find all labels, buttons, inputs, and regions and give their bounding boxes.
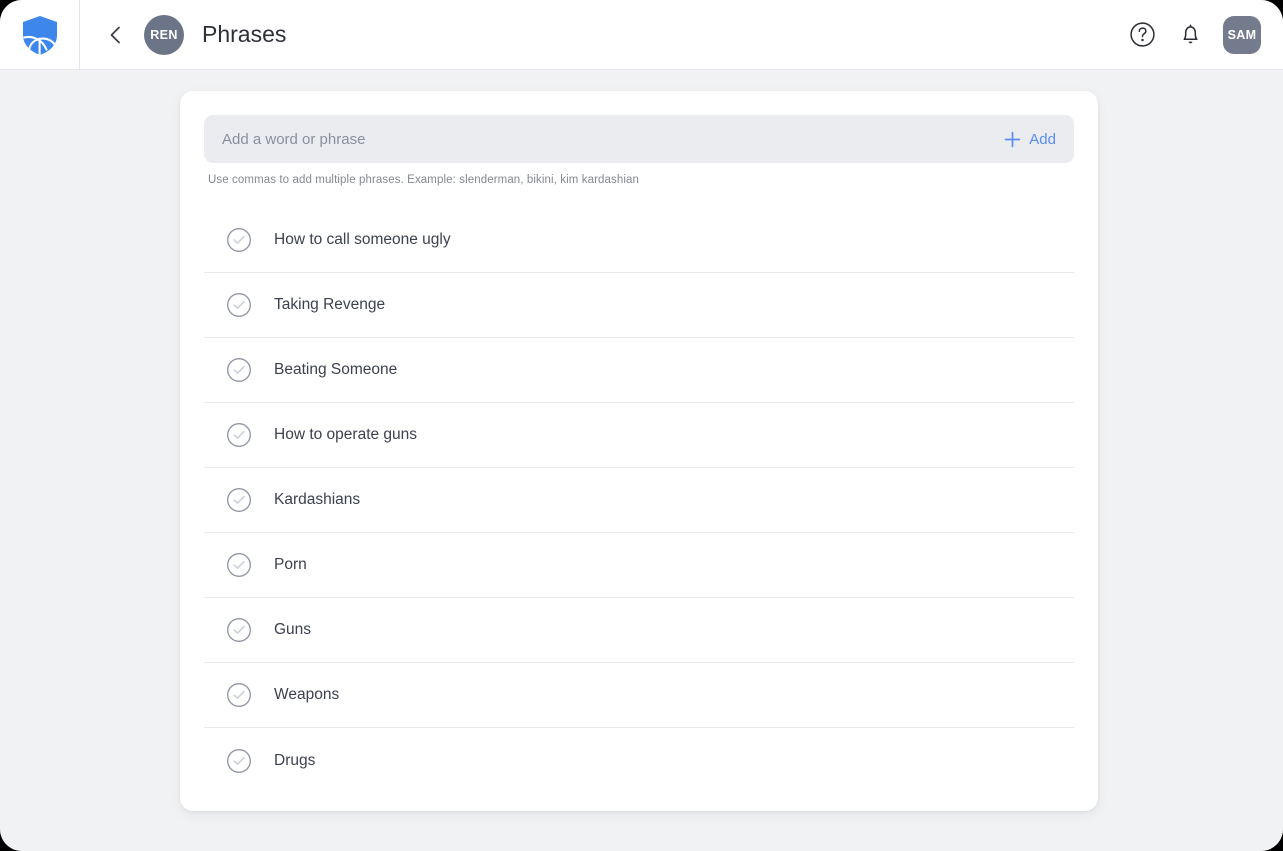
phrase-row[interactable]: Beating Someone xyxy=(204,338,1074,403)
help-button[interactable] xyxy=(1127,20,1157,50)
phrase-label: Guns xyxy=(274,621,312,638)
bell-icon xyxy=(1182,24,1198,44)
phrase-row[interactable]: How to operate guns xyxy=(204,403,1074,468)
phrase-label: Kardashians xyxy=(274,491,361,508)
phrase-label: Taking Revenge xyxy=(274,296,386,313)
top-bar: REN Phrases SAM xyxy=(0,0,1283,70)
phrase-row[interactable]: Porn xyxy=(204,533,1074,598)
add-button-label: Add xyxy=(1029,130,1056,148)
brand-zone xyxy=(0,0,80,70)
check-circle-icon[interactable] xyxy=(226,357,252,383)
check-circle-icon[interactable] xyxy=(226,682,252,708)
user-avatar[interactable]: SAM xyxy=(1223,15,1261,54)
notifications-button[interactable] xyxy=(1175,20,1205,50)
account-avatar-initials: REN xyxy=(150,27,178,42)
phrase-row[interactable]: Taking Revenge xyxy=(204,273,1074,338)
account-avatar[interactable]: REN xyxy=(144,14,184,55)
phrase-row[interactable]: How to call someone ugly xyxy=(204,208,1074,273)
top-bar-actions: SAM xyxy=(1127,15,1283,54)
phrase-label: Weapons xyxy=(274,686,340,703)
phrase-list: How to call someone ugly Taking Revenge Be… xyxy=(204,208,1074,793)
phrase-label: How to operate guns xyxy=(274,426,418,443)
chevron-left-icon xyxy=(110,26,120,43)
phrase-row[interactable]: Drugs xyxy=(204,728,1074,793)
check-circle-icon[interactable] xyxy=(226,422,252,448)
phrase-label: How to call someone ugly xyxy=(274,231,451,248)
phrase-label: Beating Someone xyxy=(274,361,398,378)
page-body: Add Use commas to add multiple phrases. … xyxy=(0,70,1283,851)
shield-logo-icon xyxy=(22,15,57,56)
plus-icon xyxy=(1005,131,1021,147)
add-phrase-field[interactable]: Add xyxy=(204,115,1074,163)
phrase-label: Drugs xyxy=(274,751,316,769)
check-circle-icon[interactable] xyxy=(226,617,252,643)
phrase-label: Porn xyxy=(274,556,307,573)
check-circle-icon[interactable] xyxy=(226,292,252,318)
check-circle-icon[interactable] xyxy=(226,748,252,774)
check-circle-icon[interactable] xyxy=(226,552,252,578)
check-circle-icon[interactable] xyxy=(226,227,252,253)
page-title: Phrases xyxy=(202,21,287,47)
check-circle-icon[interactable] xyxy=(226,487,252,513)
add-phrase-input[interactable] xyxy=(222,116,996,162)
back-button[interactable] xyxy=(94,13,138,57)
phrase-row[interactable]: Weapons xyxy=(204,663,1074,728)
help-circle-icon xyxy=(1129,22,1155,47)
phrases-card: Add Use commas to add multiple phrases. … xyxy=(180,91,1098,811)
app-window: REN Phrases SAM Add a word or phrase Add… xyxy=(0,0,1283,851)
add-button[interactable]: Add xyxy=(995,126,1058,153)
add-phrase-helper-text: Use commas to add multiple phrases. Exam… xyxy=(208,174,640,186)
phrase-row[interactable]: Kardashians xyxy=(204,468,1074,533)
user-avatar-initials: SAM xyxy=(1227,27,1257,42)
phrase-row[interactable]: Guns xyxy=(204,598,1074,663)
